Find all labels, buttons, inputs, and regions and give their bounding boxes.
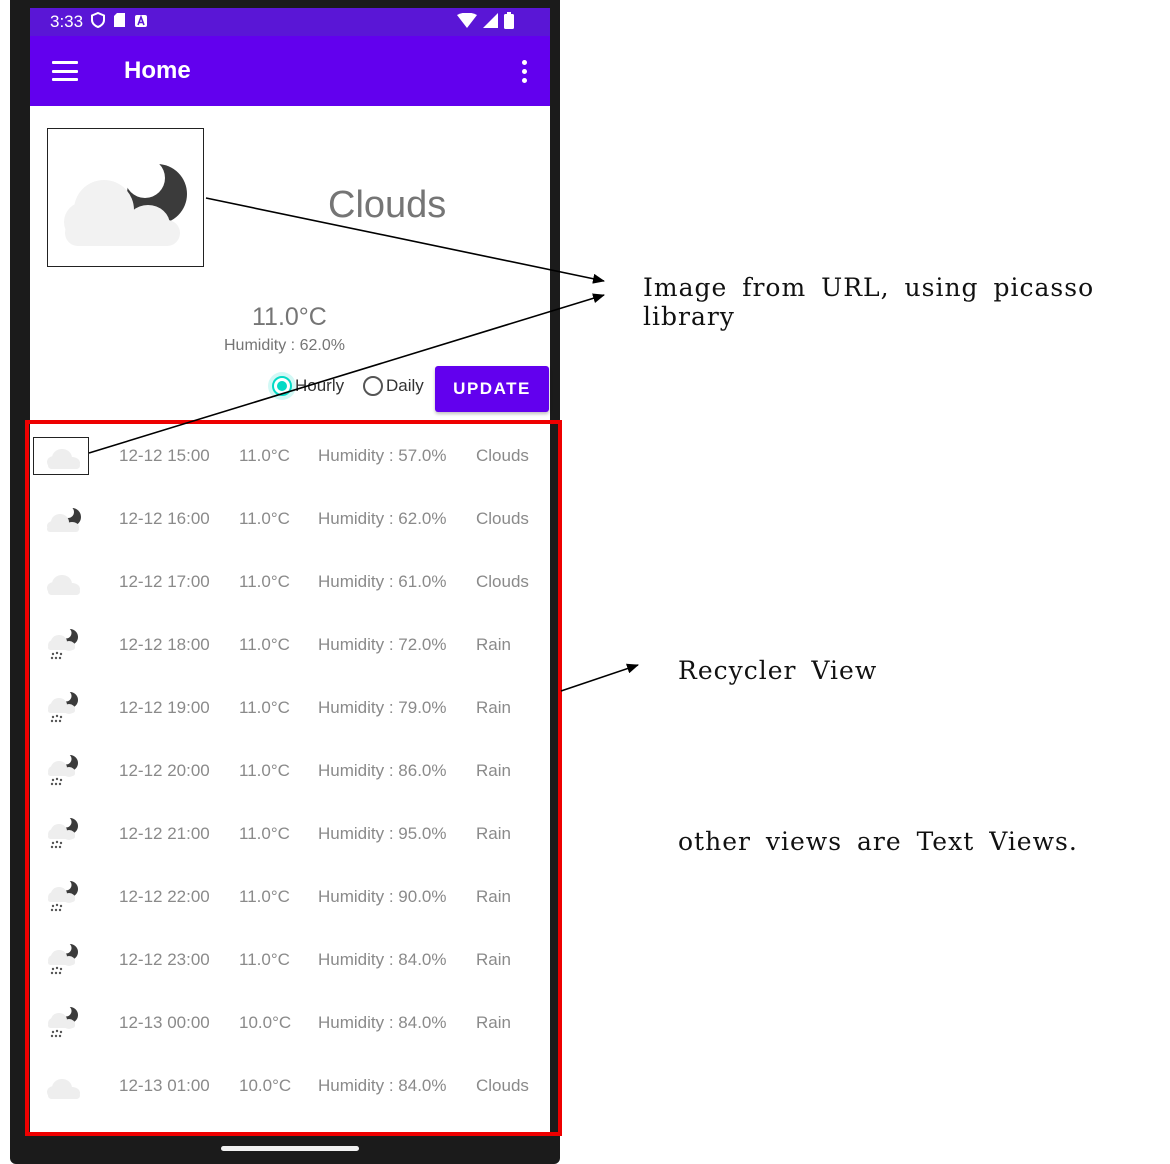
forecast-humidity: Humidity : 62.0% (318, 509, 447, 528)
forecast-temperature: 11.0°C (239, 887, 290, 906)
forecast-condition: Clouds (476, 572, 529, 591)
forecast-condition: Rain (476, 698, 511, 717)
battery-icon (504, 11, 514, 33)
forecast-humidity: Humidity : 79.0% (318, 698, 447, 717)
forecast-condition: Rain (476, 824, 511, 843)
signal-icon (483, 12, 498, 32)
forecast-row[interactable]: 12-12 17:00 11.0°C Humidity : 61.0% Clouds (29, 550, 558, 613)
forecast-temperature: 11.0°C (239, 635, 290, 654)
daily-radio-label: Daily (386, 376, 424, 395)
radio-checked-icon (272, 376, 292, 396)
hourly-radio-label: Hourly (295, 376, 345, 395)
recycler-view[interactable]: 12-12 15:00 11.0°C Humidity : 57.0% Clouds 1… (25, 420, 562, 1136)
annotation-recycler-note: Recycler View (678, 656, 878, 685)
forecast-condition: Rain (476, 887, 511, 906)
page-title: Home (124, 57, 191, 84)
forecast-time: 12-12 21:00 (119, 824, 210, 843)
current-weather-text: Clouds (328, 184, 447, 226)
daily-radio-button[interactable]: Daily (363, 376, 424, 396)
rain-moon-icon (43, 753, 85, 789)
forecast-row[interactable]: 12-12 21:00 11.0°C Humidity : 95.0% Rain (29, 802, 558, 865)
forecast-humidity: Humidity : 84.0% (318, 1076, 447, 1095)
current-humidity-text: Humidity : 62.0% (224, 337, 345, 354)
rain-moon-icon (43, 1005, 85, 1041)
forecast-temperature: 11.0°C (239, 509, 290, 528)
forecast-temperature: 11.0°C (239, 824, 290, 843)
rain-moon-icon (43, 879, 85, 915)
rain-moon-icon (43, 627, 85, 663)
forecast-condition: Clouds (476, 446, 529, 465)
forecast-row[interactable]: 12-12 20:00 11.0°C Humidity : 86.0% Rain (29, 739, 558, 802)
row-image-highlight (33, 437, 89, 475)
cloud-light-icon (43, 564, 85, 600)
app-bar: Home (30, 36, 550, 106)
forecast-temperature: 11.0°C (239, 698, 290, 717)
forecast-condition: Rain (476, 950, 511, 969)
forecast-row[interactable]: 12-12 22:00 11.0°C Humidity : 90.0% Rain (29, 865, 558, 928)
hamburger-menu-icon[interactable] (52, 61, 78, 81)
app-notification-icon (134, 13, 148, 32)
forecast-time: 12-12 19:00 (119, 698, 210, 717)
forecast-condition: Rain (476, 761, 511, 780)
forecast-temperature: 11.0°C (239, 761, 290, 780)
forecast-time: 12-12 18:00 (119, 635, 210, 654)
forecast-row[interactable]: 12-12 15:00 11.0°C Humidity : 57.0% Clouds (29, 424, 558, 487)
current-temperature-text: 11.0°C (252, 303, 327, 331)
forecast-temperature: 11.0°C (239, 950, 290, 969)
forecast-row[interactable]: 12-12 23:00 11.0°C Humidity : 84.0% Rain (29, 928, 558, 991)
forecast-condition: Clouds (476, 509, 529, 528)
forecast-humidity: Humidity : 90.0% (318, 887, 447, 906)
forecast-row[interactable]: 12-12 16:00 11.0°C Humidity : 62.0% Clouds (29, 487, 558, 550)
forecast-temperature: 10.0°C (239, 1013, 292, 1032)
forecast-temperature: 11.0°C (239, 446, 290, 465)
forecast-temperature: 10.0°C (239, 1076, 292, 1095)
forecast-condition: Rain (476, 635, 511, 654)
sd-card-icon (113, 12, 126, 32)
cloud-light-icon (43, 1068, 85, 1104)
status-bar: 3:33 (30, 8, 550, 36)
forecast-humidity: Humidity : 57.0% (318, 446, 447, 465)
forecast-condition: Rain (476, 1013, 511, 1032)
cloud-moon-icon (63, 157, 187, 246)
forecast-time: 12-12 15:00 (119, 446, 210, 465)
shield-icon (91, 11, 106, 32)
navigation-handle[interactable] (221, 1146, 359, 1151)
forecast-temperature: 11.0°C (239, 572, 290, 591)
radio-unchecked-icon (363, 376, 383, 396)
weather-image (47, 128, 204, 267)
rain-moon-icon (43, 690, 85, 726)
rain-moon-icon (43, 816, 85, 852)
overflow-menu-icon[interactable] (522, 59, 528, 83)
annotation-views-note: other views are Text Views. (678, 827, 1078, 856)
cloud-moon-icon (43, 501, 85, 537)
forecast-time: 12-13 01:00 (119, 1076, 210, 1095)
rain-moon-icon (43, 942, 85, 978)
forecast-time: 12-12 22:00 (119, 887, 210, 906)
forecast-humidity: Humidity : 84.0% (318, 950, 447, 969)
forecast-time: 12-13 00:00 (119, 1013, 210, 1032)
forecast-row[interactable]: 12-13 00:00 10.0°C Humidity : 84.0% Rain (29, 991, 558, 1054)
wifi-icon (457, 12, 477, 32)
forecast-time: 12-12 20:00 (119, 761, 210, 780)
hourly-radio-button[interactable]: Hourly (272, 376, 344, 396)
forecast-humidity: Humidity : 72.0% (318, 635, 447, 654)
forecast-row[interactable]: 12-13 01:00 10.0°C Humidity : 84.0% Clouds (29, 1054, 558, 1117)
forecast-time: 12-12 17:00 (119, 572, 210, 591)
forecast-humidity: Humidity : 86.0% (318, 761, 447, 780)
arrow-recycler (560, 663, 639, 692)
forecast-humidity: Humidity : 84.0% (318, 1013, 447, 1032)
forecast-time: 12-12 16:00 (119, 509, 210, 528)
forecast-time: 12-12 23:00 (119, 950, 210, 969)
forecast-condition: Clouds (476, 1076, 529, 1095)
forecast-row[interactable]: 12-12 19:00 11.0°C Humidity : 79.0% Rain (29, 676, 558, 739)
update-button[interactable]: UPDATE (435, 366, 549, 412)
forecast-humidity: Humidity : 95.0% (318, 824, 447, 843)
annotation-image-note: Image from URL, using picasso library (643, 273, 1095, 331)
status-time: 3:33 (50, 12, 84, 31)
forecast-humidity: Humidity : 61.0% (318, 572, 447, 591)
forecast-row[interactable]: 12-12 18:00 11.0°C Humidity : 72.0% Rain (29, 613, 558, 676)
